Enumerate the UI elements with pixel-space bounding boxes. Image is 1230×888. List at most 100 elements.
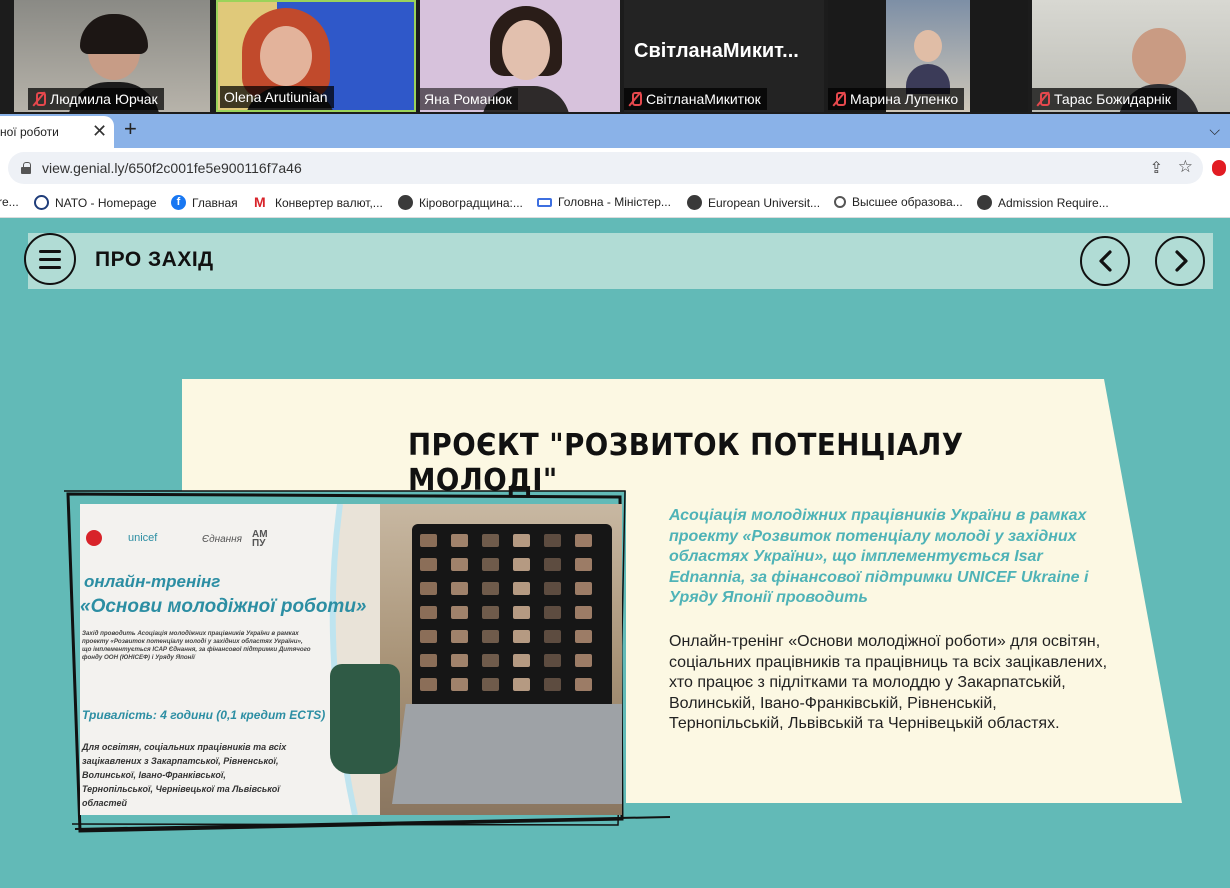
tab-title: ної роботи: [0, 125, 59, 139]
video-call-thumbnail: [420, 558, 437, 571]
video-call-thumbnail: [420, 534, 437, 547]
poster-training-name: «Основи молодіжної роботи»: [80, 596, 367, 617]
video-call-thumbnail: [420, 654, 437, 667]
dots-icon: [537, 197, 552, 207]
video-call-thumbnail: [513, 630, 530, 643]
bookmark-item[interactable]: re...: [0, 195, 19, 209]
video-call-thumbnail: [544, 678, 561, 691]
video-call-thumbnail: [575, 630, 592, 643]
video-call-thumbnail: [420, 678, 437, 691]
participant-tile[interactable]: Яна Романюк: [420, 0, 620, 112]
video-call-thumbnail: [575, 582, 592, 595]
share-icon[interactable]: ⇪: [1150, 158, 1163, 178]
video-call-thumbnail: [544, 534, 561, 547]
video-call-thumbnail: [513, 558, 530, 571]
video-call-thumbnail: [420, 582, 437, 595]
video-call-thumbnail: [513, 678, 530, 691]
video-call-thumbnail: [575, 534, 592, 547]
url-text[interactable]: view.genial.ly/650f2c001fe5e900116f7a46: [42, 160, 302, 176]
globe-icon: [977, 195, 992, 210]
participant-tile[interactable]: Марина Лупенко: [828, 0, 1028, 112]
bookmark-star-icon[interactable]: ☆: [1178, 157, 1193, 177]
participant-tile[interactable]: Тарас Божидарнік: [1032, 0, 1230, 112]
participant-name-label: Тарас Божидарнік: [1032, 88, 1177, 110]
participant-tile[interactable]: Людмила Юрчак: [14, 0, 210, 112]
video-call-thumbnail: [513, 534, 530, 547]
globe-icon: [398, 195, 413, 210]
bookmark-item[interactable]: Головна - Міністер...: [537, 195, 671, 209]
amu-logo: АМ ПУ: [252, 529, 268, 549]
globe-icon: [687, 195, 702, 210]
bookmark-item[interactable]: Высшее образова...: [834, 195, 963, 209]
nato-icon: [34, 195, 49, 210]
video-call-thumbnail: [544, 606, 561, 619]
presentation-canvas: ПРО ЗАХІД ПРОЄКТ "РОЗВИТОК ПОТЕНЦІАЛУ МО…: [0, 219, 1230, 888]
bookmark-item[interactable]: f Главная: [171, 195, 238, 210]
poster-training-type: онлайн-тренінг: [84, 572, 221, 591]
close-tab-icon[interactable]: ✕: [92, 122, 107, 140]
poster-audience: Для освітян, соціальних працівників та в…: [82, 742, 287, 808]
video-call-thumbnail: [482, 654, 499, 667]
lock-icon[interactable]: [21, 162, 31, 174]
mug-icon: [330, 664, 400, 774]
browser-toolbar: view.genial.ly/650f2c001fe5e900116f7a46 …: [0, 148, 1230, 188]
video-call-thumbnail: [451, 654, 468, 667]
extension-icon[interactable]: [1212, 160, 1226, 176]
video-call-thumbnail: [420, 630, 437, 643]
japan-flag-icon: [86, 530, 102, 546]
video-call-thumbnail: [544, 630, 561, 643]
mic-muted-icon: [1036, 91, 1050, 107]
video-call-thumbnail: [451, 678, 468, 691]
laptop-keyboard: [392, 704, 622, 804]
tab-search-chevron-icon[interactable]: ⌵: [1209, 122, 1220, 139]
video-call-thumbnail: [482, 534, 499, 547]
m-icon: M: [254, 194, 266, 210]
gender-icon: [834, 196, 846, 208]
poster-duration: Тривалість: 4 години (0,1 кредит ECTS): [82, 708, 326, 722]
ednannia-logo: Єднання: [202, 534, 243, 545]
video-call-thumbnail: [420, 606, 437, 619]
video-call-thumbnail: [451, 582, 468, 595]
slide-title: ПРОЄКТ "РОЗВИТОК ПОТЕНЦІАЛУ МОЛОДІ": [408, 428, 964, 498]
video-call-thumbnail: [575, 654, 592, 667]
browser-tab[interactable]: ної роботи ✕: [0, 116, 114, 148]
project-intro-text: Асоціація молодіжних працівників України…: [669, 507, 1089, 606]
bookmark-item[interactable]: European Universit...: [687, 195, 820, 210]
bookmark-item[interactable]: Кіровоградщина:...: [398, 195, 523, 210]
facebook-icon: f: [171, 195, 186, 210]
video-call-thumbnail: [451, 630, 468, 643]
address-bar[interactable]: view.genial.ly/650f2c001fe5e900116f7a46 …: [8, 152, 1203, 184]
video-call-thumbnail: [544, 558, 561, 571]
mic-muted-icon: [32, 91, 46, 107]
training-poster-image: unicef Єднання АМ ПУ онлайн-тренінг «Осн…: [80, 504, 622, 815]
video-call-thumbnail: [544, 654, 561, 667]
video-call-thumbnail: [575, 678, 592, 691]
poster-organizer-text: Захід проводить Асоціація молодіжних пра…: [82, 630, 311, 661]
participant-placeholder-name: СвітланаМикит...: [634, 40, 799, 62]
participant-name-label: Olena Arutiunian: [220, 86, 334, 108]
participant-tile-active-speaker[interactable]: Olena Arutiunian: [216, 0, 416, 112]
video-call-thumbnail: [544, 582, 561, 595]
new-tab-button[interactable]: +: [124, 118, 137, 140]
participant-name-label: Яна Романюк: [420, 88, 518, 110]
video-call-thumbnail: [513, 582, 530, 595]
video-call-thumbnail: [575, 558, 592, 571]
training-description-text: Онлайн-тренінг «Основи молодіжної роботи…: [669, 633, 1108, 732]
participant-name-label: СвітланаМикитюк: [624, 88, 767, 110]
mic-muted-icon: [628, 91, 642, 107]
video-call-thumbnail: [482, 606, 499, 619]
participant-name-label: Марина Лупенко: [828, 88, 965, 110]
video-call-thumbnail: [482, 678, 499, 691]
participant-name-label: Людмила Юрчак: [28, 88, 164, 110]
bookmark-item[interactable]: M Конвертер валют,...: [254, 195, 383, 210]
video-call-thumbnail: [513, 606, 530, 619]
bookmark-item[interactable]: NATO - Homepage: [34, 195, 157, 210]
video-call-thumbnail: [513, 654, 530, 667]
video-call-thumbnail: [451, 558, 468, 571]
participant-tile[interactable]: СвітланаМикит... СвітланаМикитюк: [624, 0, 824, 112]
video-participants-strip: Людмила Юрчак Olena Arutiunian Яна Роман…: [0, 0, 1230, 114]
bookmark-item[interactable]: Admission Require...: [977, 195, 1109, 210]
browser-tab-bar: ної роботи ✕ + ⌵: [0, 114, 1230, 148]
bookmarks-bar: re... NATO - Homepage f Главная M Конверте…: [0, 188, 1230, 218]
video-call-thumbnail: [451, 534, 468, 547]
